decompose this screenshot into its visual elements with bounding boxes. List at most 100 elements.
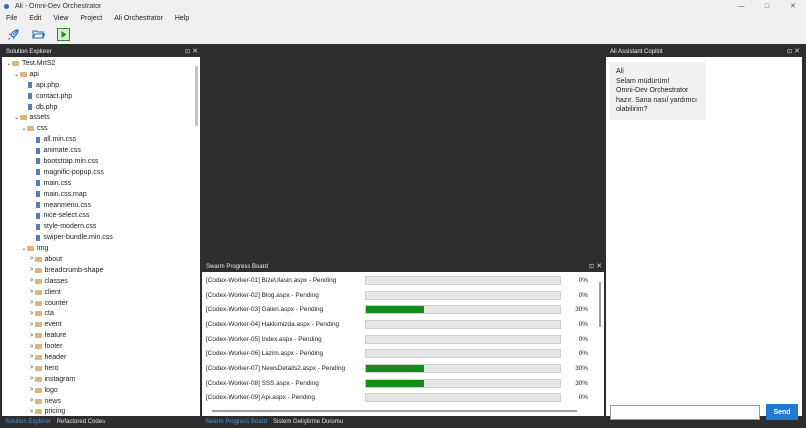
menu-ali-orchestrator[interactable]: Ali Orchestrator [108,15,169,22]
chevron-right-icon[interactable]: > [29,365,35,371]
tree-file[interactable]: nice-select.css [2,210,200,221]
menu-view[interactable]: View [47,15,74,22]
chevron-right-icon[interactable]: > [29,354,35,360]
tree-label: Test.MrtS2 [22,59,56,67]
close-icon[interactable]: ✕ [794,47,800,55]
chevron-right-icon[interactable]: > [29,322,35,328]
tree-folder[interactable]: > feature [2,330,200,341]
task-label: [Codex-Worker-02] Blog.aspx - Pending [206,291,319,299]
tab-sistem-gelistirme-durumu[interactable]: Sistem Geliştirme Durumu [270,419,346,425]
tree-file[interactable]: main.css.map [2,189,200,200]
tree-file[interactable]: db.php [2,102,200,113]
chevron-down-icon[interactable]: ⌄ [14,114,20,121]
chevron-right-icon[interactable]: > [29,398,35,404]
tree-file[interactable]: all.min.css [2,134,200,145]
chevron-right-icon[interactable]: > [29,333,35,339]
tab-solution-explorer[interactable]: Solution Explorer [2,419,54,425]
pin-icon[interactable]: ⊡ [589,263,594,270]
chevron-down-icon[interactable]: ⌄ [14,71,20,78]
tree-folder[interactable]: ⌄ assets [2,112,200,123]
swarm-horizontal-scrollbar[interactable] [212,410,577,412]
tree-file[interactable]: api.php [2,80,200,91]
tree-file[interactable]: contact.php [2,91,200,102]
tree-folder[interactable]: > instagram [2,374,200,385]
folder-icon [34,376,42,382]
progress-row: [Codex-Worker-09] Api.aspx - Pending 0% [202,391,604,406]
maximize-button[interactable]: □ [754,0,780,12]
tree-folder[interactable]: ⌄ Test.MrtS2 [2,58,200,69]
copilot-header: Ali Assistant Copilot ⊡ ✕ [606,47,802,57]
message-line: olabilirim? [616,106,648,114]
message-line: hazır. Sana nasıl yardımcı [616,96,697,104]
tree-folder[interactable]: > event [2,319,200,330]
tree-folder[interactable]: > counter [2,298,200,309]
chevron-right-icon[interactable]: > [29,376,35,382]
tree-file[interactable]: meanmenu.css [2,200,200,211]
tree-folder[interactable]: ⌄ img [2,243,200,254]
file-icon [35,180,40,187]
pin-icon[interactable]: ⊡ [185,48,190,55]
tree-file[interactable]: bootstrap.min.css [2,156,200,167]
task-label: [Codex-Worker-09] Api.aspx - Pending [206,394,315,402]
menu-file[interactable]: File [0,15,23,22]
close-window-button[interactable]: ✕ [780,0,806,12]
folder-icon [19,71,27,77]
tree-label: breadcrumb-shape [44,266,104,274]
chevron-right-icon[interactable]: > [29,387,35,393]
swarm-header: Swarm Progress Board ⊡ ✕ [202,262,604,272]
tree-folder[interactable]: > client [2,287,200,298]
swarm-progress-board: [Codex-Worker-01] BizeUlasin.aspx - Pend… [202,272,604,416]
tree-file[interactable]: animate.css [2,145,200,156]
tree-folder[interactable]: > breadcrumb-shape [2,265,200,276]
folder-icon [34,300,42,306]
menu-help[interactable]: Help [169,15,195,22]
tree-folder[interactable]: > header [2,352,200,363]
close-icon[interactable]: ✕ [596,262,602,270]
chevron-right-icon[interactable]: > [29,409,35,415]
chevron-right-icon[interactable]: > [29,267,35,273]
task-label: [Codex-Worker-07] NewsDetails2.aspx - Pe… [206,365,346,373]
folder-icon [34,333,42,339]
minimize-button[interactable]: — [728,0,754,12]
tree-folder[interactable]: > news [2,396,200,407]
tree-folder[interactable]: > about [2,254,200,265]
tree-file[interactable]: main.css [2,178,200,189]
rocket-icon[interactable] [6,27,20,41]
folder-icon [19,115,27,121]
tree-file[interactable]: style-modern.css [2,221,200,232]
tree-folder[interactable]: > classes [2,276,200,287]
swarm-title: Swarm Progress Board [206,264,269,270]
chevron-right-icon[interactable]: > [29,278,35,284]
tree-folder[interactable]: ⌄ api [2,69,200,80]
tree-folder[interactable]: > footer [2,341,200,352]
menu-edit[interactable]: Edit [23,15,47,22]
tree-file[interactable]: magnific-popup.css [2,167,200,178]
chevron-right-icon[interactable]: > [29,311,35,317]
tree-folder[interactable]: > hero [2,363,200,374]
send-button[interactable]: Send [766,404,798,420]
progress-row: [Codex-Worker-02] Blog.aspx - Pending 0% [202,288,604,303]
tree-folder[interactable]: > pricing [2,407,200,417]
chevron-right-icon[interactable]: > [29,344,35,350]
tree-label: meanmenu.css [43,201,91,209]
chevron-right-icon[interactable]: > [29,289,35,295]
close-icon[interactable]: ✕ [192,47,198,55]
open-folder-icon[interactable] [31,27,45,41]
menu-project[interactable]: Project [74,15,108,22]
chevron-right-icon[interactable]: > [29,300,35,306]
chevron-right-icon[interactable]: > [29,256,35,262]
tree-folder[interactable]: > logo [2,385,200,396]
tab-swarm-progress-board[interactable]: Swarm Progress Board [202,419,270,425]
progress-percent: 0% [578,335,588,343]
run-icon[interactable] [56,27,70,41]
tree-folder[interactable]: > cta [2,308,200,319]
explorer-scrollbar[interactable] [195,66,198,126]
tree-label: css [37,125,48,133]
chat-input[interactable] [610,405,760,420]
tab-refactored-codes[interactable]: Refactored Codes [54,419,108,425]
tree-file[interactable]: swiper-bundle.min.css [2,232,200,243]
task-label: [Codex-Worker-08] SSS.aspx - Pending [206,379,319,387]
pin-icon[interactable]: ⊡ [787,48,792,55]
tree-folder[interactable]: ⌄ css [2,123,200,134]
swarm-vertical-scrollbar[interactable] [599,282,601,327]
